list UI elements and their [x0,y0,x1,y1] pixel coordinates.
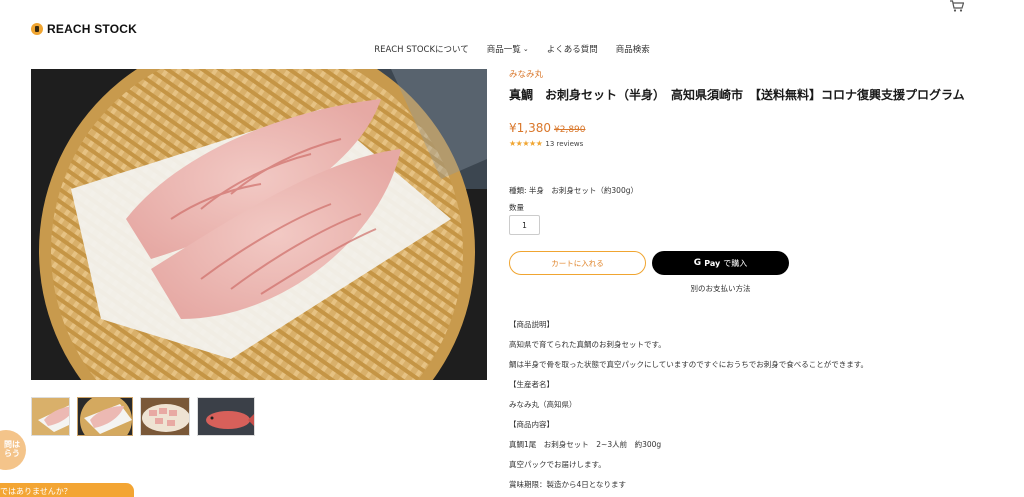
product-title: 真鯛 お刺身セット（半身） 高知県須崎市 【送料無料】コロナ復興支援プログラム [509,88,965,102]
nav-item-faq[interactable]: よくある質問 [547,43,598,55]
site-logo[interactable]: REACH STOCK [31,22,137,36]
logo-text: REACH STOCK [47,22,137,36]
gpay-suffix: で購入 [723,258,748,268]
product-main-image[interactable] [31,69,487,380]
chevron-down-icon: ⌄ [522,45,529,53]
star-rating-icon: ★★★★★ [509,139,543,148]
thumbnail-image[interactable] [197,397,255,436]
add-to-cart-button[interactable]: カートに入れる [509,251,646,275]
product-price: ¥1,380 [509,121,551,135]
main-nav: REACH STOCKについて 商品一覧 ⌄ よくある質問 商品検索 [0,43,1024,55]
thumbnail-image[interactable] [31,397,70,436]
cart-icon[interactable] [950,0,964,12]
description-line: 真鯛1尾 お刺身セット 2~3人前 約300g [509,440,662,449]
nav-item-about[interactable]: REACH STOCKについて [374,43,469,55]
description-line: みなみ丸（高知県） [509,400,577,409]
other-payment-link[interactable]: 別のお支払い方法 [652,283,789,294]
thumbnail-image[interactable] [77,397,133,436]
thumbnail-image[interactable] [140,397,190,436]
google-pay-button[interactable]: G Pay で購入 [652,251,789,275]
quantity-label: 数量 [509,203,524,212]
description-line: 真空パックでお届けします。 [509,460,606,469]
description-line: 賞味期限：製造から4日となります [509,480,627,489]
rating-row[interactable]: ★★★★★ 13 reviews [509,139,583,148]
variant-label: 種類: 半身 お刺身セット（約300g） [509,186,638,195]
description-line: 高知県で育てられた真鯛のお刺身セットです。 [509,340,666,349]
logo-icon [31,23,43,35]
chat-widget-bar[interactable]: ではありませんか？ [0,483,134,497]
compare-price: ¥2,890 [554,125,586,135]
google-icon: G [693,258,702,268]
nav-item-search[interactable]: 商品検索 [616,43,650,55]
gpay-label: Pay [704,258,721,268]
side-help-badge[interactable]: 問は らう [0,430,26,470]
description-line: 【生産者名】 [509,380,554,389]
description-line: 【商品説明】 [509,320,554,329]
description-line: 【商品内容】 [509,420,554,429]
description-line: 鯛は半身で骨を取った状態で真空パックにしていますのですぐにおうちでお刺身で食べる… [509,360,869,369]
price-row: ¥1,380 ¥2,890 [509,121,586,135]
product-description: 【商品説明】 高知県で育てられた真鯛のお刺身セットです。 鯛は半身で骨を取った状… [509,320,868,497]
review-count[interactable]: 13 reviews [545,140,583,148]
nav-item-products[interactable]: 商品一覧 ⌄ [487,43,529,55]
thumbnail-strip [31,397,255,436]
quantity-input[interactable]: 1 [509,215,540,235]
product-vendor[interactable]: みなみ丸 [509,68,543,80]
